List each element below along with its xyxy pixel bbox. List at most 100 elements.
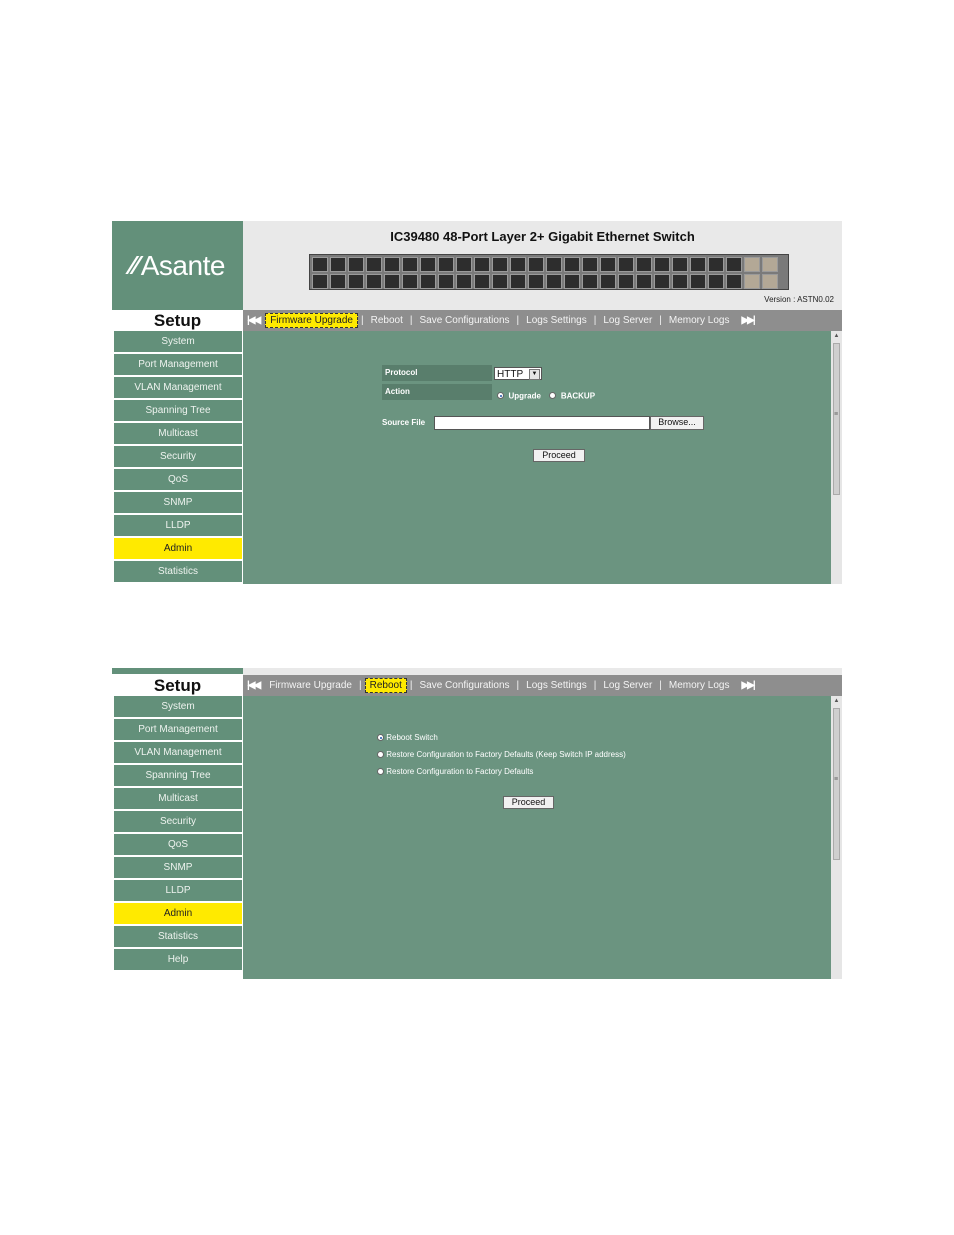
port-icon[interactable]	[366, 274, 382, 289]
port-icon[interactable]	[510, 274, 526, 289]
sidebar-item-system[interactable]: System	[114, 696, 242, 717]
port-icon[interactable]	[456, 257, 472, 272]
port-icon[interactable]	[420, 257, 436, 272]
scroll-thumb[interactable]	[833, 343, 840, 495]
backup-radio[interactable]	[549, 392, 557, 400]
upgrade-radio[interactable]	[497, 392, 504, 400]
tab-firmware-upgrade[interactable]: Firmware Upgrade	[265, 679, 356, 692]
sidebar-item-multicast[interactable]: Multicast	[114, 423, 242, 444]
sidebar-item-port-management[interactable]: Port Management	[114, 354, 242, 375]
port-icon[interactable]	[726, 257, 742, 272]
tab-save-configurations[interactable]: Save Configurations	[415, 314, 513, 327]
port-icon[interactable]	[546, 274, 562, 289]
port-icon[interactable]	[348, 274, 364, 289]
tab-reboot[interactable]: Reboot	[364, 678, 407, 693]
tab-reboot[interactable]: Reboot	[367, 314, 407, 327]
port-icon[interactable]	[402, 274, 418, 289]
port-icon[interactable]	[330, 257, 346, 272]
tab-log-server[interactable]: Log Server	[599, 679, 656, 692]
sidebar-item-vlan-management[interactable]: VLAN Management	[114, 377, 242, 398]
sidebar-item-qos[interactable]: QoS	[114, 469, 242, 490]
port-icon[interactable]	[618, 274, 634, 289]
sidebar-item-admin[interactable]: Admin	[114, 903, 242, 924]
port-icon[interactable]	[546, 257, 562, 272]
sidebar-item-system[interactable]: System	[114, 331, 242, 352]
scroll-thumb[interactable]	[833, 708, 840, 860]
port-icon[interactable]	[330, 274, 346, 289]
sidebar-item-statistics[interactable]: Statistics	[114, 561, 242, 582]
sidebar-item-security[interactable]: Security	[114, 446, 242, 467]
sfp-port-icon[interactable]	[762, 274, 778, 289]
reboot-option-restore-defaults[interactable]: Restore Configuration to Factory Default…	[377, 767, 533, 776]
port-icon[interactable]	[402, 257, 418, 272]
port-icon[interactable]	[672, 257, 688, 272]
skip-first-icon[interactable]: |◀◀	[247, 680, 261, 691]
skip-first-icon[interactable]: |◀◀	[247, 315, 261, 326]
port-icon[interactable]	[438, 274, 454, 289]
browse-button[interactable]: Browse...	[650, 416, 704, 430]
sidebar-item-snmp[interactable]: SNMP	[114, 492, 242, 513]
port-icon[interactable]	[636, 257, 652, 272]
sidebar-item-admin[interactable]: Admin	[114, 538, 242, 559]
port-icon[interactable]	[438, 257, 454, 272]
sidebar-item-lldp[interactable]: LLDP	[114, 515, 242, 536]
port-icon[interactable]	[726, 274, 742, 289]
reboot-switch-radio[interactable]	[377, 734, 384, 742]
port-icon[interactable]	[528, 257, 544, 272]
port-icon[interactable]	[312, 274, 328, 289]
port-icon[interactable]	[690, 274, 706, 289]
port-icon[interactable]	[600, 274, 616, 289]
port-icon[interactable]	[582, 257, 598, 272]
port-icon[interactable]	[474, 257, 490, 272]
restore-defaults-radio[interactable]	[377, 768, 384, 776]
port-icon[interactable]	[528, 274, 544, 289]
port-icon[interactable]	[564, 257, 580, 272]
tab-logs-settings[interactable]: Logs Settings	[522, 314, 591, 327]
port-icon[interactable]	[690, 257, 706, 272]
port-icon[interactable]	[366, 257, 382, 272]
tab-firmware-upgrade[interactable]: Firmware Upgrade	[265, 313, 358, 328]
port-icon[interactable]	[384, 257, 400, 272]
sidebar-item-vlan-management[interactable]: VLAN Management	[114, 742, 242, 763]
port-icon[interactable]	[474, 274, 490, 289]
port-icon[interactable]	[312, 257, 328, 272]
content-scrollbar[interactable]: ▲ ≡	[831, 331, 842, 584]
sidebar-item-lldp[interactable]: LLDP	[114, 880, 242, 901]
port-icon[interactable]	[348, 257, 364, 272]
tab-memory-logs[interactable]: Memory Logs	[665, 314, 734, 327]
chevron-down-icon[interactable]: ▼	[529, 369, 540, 380]
port-icon[interactable]	[492, 257, 508, 272]
port-icon[interactable]	[708, 274, 724, 289]
tab-logs-settings[interactable]: Logs Settings	[522, 679, 591, 692]
content-scrollbar[interactable]: ▲ ≡	[831, 696, 842, 979]
port-icon[interactable]	[420, 274, 436, 289]
restore-keep-ip-radio[interactable]	[377, 751, 384, 759]
skip-last-icon[interactable]: ▶▶|	[741, 680, 755, 691]
port-icon[interactable]	[510, 257, 526, 272]
port-icon[interactable]	[492, 274, 508, 289]
sidebar-item-security[interactable]: Security	[114, 811, 242, 832]
proceed-button[interactable]: Proceed	[503, 796, 554, 809]
sfp-port-icon[interactable]	[744, 257, 760, 272]
sidebar-item-multicast[interactable]: Multicast	[114, 788, 242, 809]
sidebar-item-spanning-tree[interactable]: Spanning Tree	[114, 765, 242, 786]
port-icon[interactable]	[654, 257, 670, 272]
sidebar-item-help[interactable]: Help	[114, 949, 242, 970]
sidebar-item-statistics[interactable]: Statistics	[114, 926, 242, 947]
scroll-up-icon[interactable]: ▲	[831, 698, 842, 704]
port-icon[interactable]	[708, 257, 724, 272]
tab-save-configurations[interactable]: Save Configurations	[415, 679, 513, 692]
sfp-port-icon[interactable]	[744, 274, 760, 289]
scroll-up-icon[interactable]: ▲	[831, 333, 842, 339]
sidebar-item-qos[interactable]: QoS	[114, 834, 242, 855]
port-icon[interactable]	[672, 274, 688, 289]
port-icon[interactable]	[600, 257, 616, 272]
port-icon[interactable]	[654, 274, 670, 289]
sidebar-item-port-management[interactable]: Port Management	[114, 719, 242, 740]
proceed-button[interactable]: Proceed	[533, 449, 585, 462]
tab-memory-logs[interactable]: Memory Logs	[665, 679, 734, 692]
reboot-option-restore-keep-ip[interactable]: Restore Configuration to Factory Default…	[377, 750, 626, 759]
sidebar-item-spanning-tree[interactable]: Spanning Tree	[114, 400, 242, 421]
source-file-input[interactable]	[434, 416, 650, 430]
port-icon[interactable]	[384, 274, 400, 289]
